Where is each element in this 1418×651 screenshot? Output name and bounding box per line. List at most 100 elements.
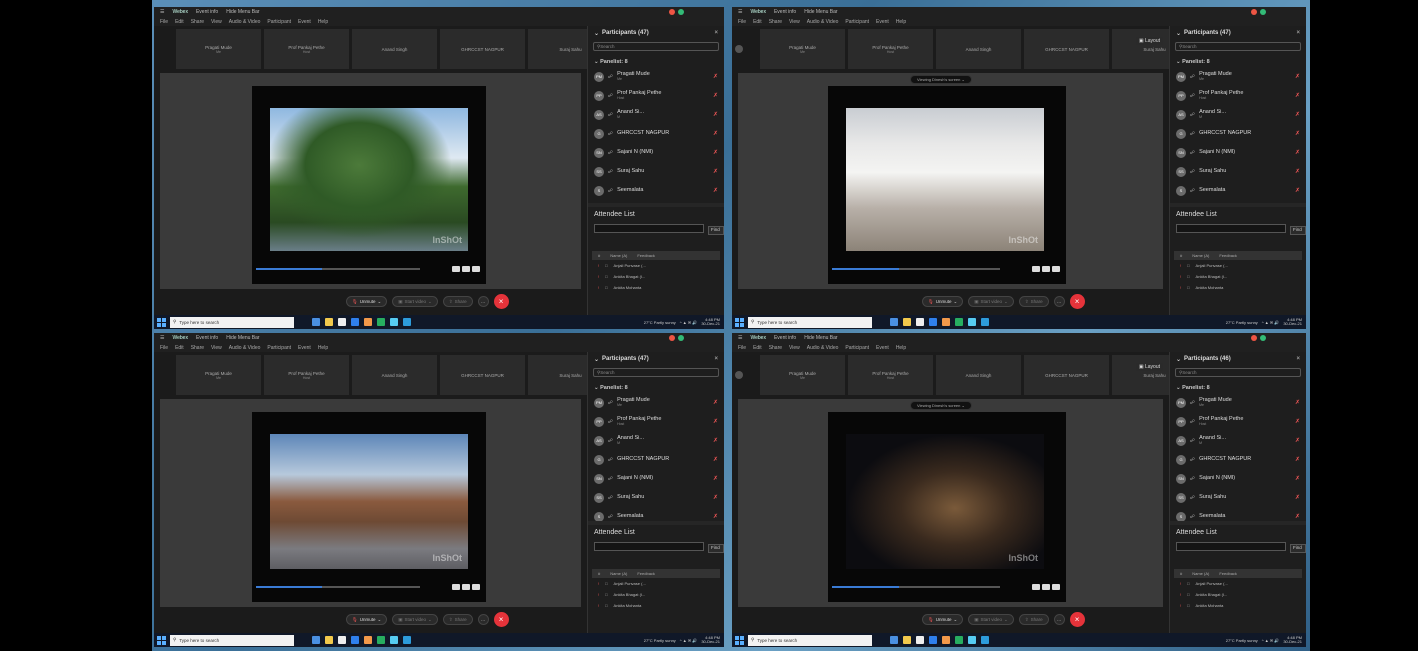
participant-row[interactable]: G ☍ GHRCCST NAGPUR ✗: [1170, 450, 1306, 469]
participant-row[interactable]: PP ☍ Prof Pankaj Pethe Host ✗: [1170, 86, 1306, 105]
video-progress[interactable]: [256, 268, 420, 270]
video-tile[interactable]: Prof Pankaj Pethe Host: [848, 29, 933, 69]
tray-icons[interactable]: ^ ▲ ✉ 🔊: [1262, 638, 1280, 643]
find-button[interactable]: Find: [1290, 544, 1306, 553]
video-tile[interactable]: Anand Singh: [352, 29, 437, 69]
participant-row[interactable]: SN ☍ Sajani N (NMI) ✗: [1170, 143, 1306, 162]
document-icon[interactable]: [338, 318, 346, 326]
muted-icon[interactable]: ✗: [713, 130, 718, 137]
participant-row[interactable]: SS ☍ Suraj Sahu ✗: [588, 162, 724, 181]
menu-item[interactable]: View: [789, 345, 800, 351]
menu-item[interactable]: View: [211, 345, 222, 351]
account-label[interactable]: Event info: [196, 335, 218, 341]
close-icon[interactable]: ×: [714, 356, 718, 362]
video-tile[interactable]: Pragati Mude Me: [176, 355, 261, 395]
hide-menu-bar[interactable]: Hide Menu Bar: [804, 335, 837, 341]
muted-icon[interactable]: ✗: [713, 168, 718, 175]
menu-item[interactable]: View: [789, 19, 800, 25]
find-button[interactable]: Find: [708, 544, 724, 553]
video-tile[interactable]: Prof Pankaj Pethe Host: [848, 355, 933, 395]
menu-icon[interactable]: ☰: [738, 9, 742, 15]
participant-row[interactable]: G ☍ GHRCCST NAGPUR ✗: [1170, 124, 1306, 143]
menu-item[interactable]: Help: [896, 345, 906, 351]
tray-icons[interactable]: ^ ▲ ✉ 🔊: [1262, 320, 1280, 325]
share-button[interactable]: ⇧ Share: [442, 614, 473, 625]
video-progress[interactable]: [832, 586, 1000, 588]
video-tile[interactable]: Prof Pankaj Pethe Host: [264, 355, 349, 395]
windows-start-icon[interactable]: [157, 635, 166, 645]
nav-left-icon[interactable]: [735, 371, 743, 379]
menu-item[interactable]: File: [160, 345, 168, 351]
menu-item[interactable]: Participant: [267, 19, 291, 25]
participant-row[interactable]: AS ☍ Anand Si... M ✗: [1170, 105, 1306, 124]
chrome-icon[interactable]: [377, 318, 385, 326]
attendee-row[interactable]: ! □ Anjali Punvase (...: [588, 578, 724, 589]
menu-item[interactable]: Participant: [845, 19, 869, 25]
edge-icon[interactable]: [403, 318, 411, 326]
video-tile[interactable]: GHRCCST NAGPUR: [440, 355, 525, 395]
vlc-icon[interactable]: [942, 318, 950, 326]
menu-icon[interactable]: ☰: [160, 9, 164, 15]
taskbar-search-input[interactable]: ⚲ Type here to search: [170, 634, 294, 646]
participant-search-input[interactable]: ⚲ Search: [1175, 368, 1301, 377]
video-tile[interactable]: Pragati Mude Me: [760, 29, 845, 69]
task-view-icon[interactable]: [312, 318, 320, 326]
end-call-button[interactable]: ×: [493, 294, 509, 309]
clock-date[interactable]: 30-Dec-21: [1283, 639, 1302, 644]
menu-item[interactable]: Participant: [845, 345, 869, 351]
document-icon[interactable]: [916, 318, 924, 326]
vlc-icon[interactable]: [942, 636, 950, 644]
video-tile[interactable]: GHRCCST NAGPUR: [1024, 29, 1109, 69]
word-icon[interactable]: [929, 636, 937, 644]
clock-date[interactable]: 30-Dec-21: [701, 321, 720, 326]
player-controls[interactable]: [452, 584, 480, 590]
find-button[interactable]: Find: [708, 226, 724, 235]
video-tile[interactable]: GHRCCST NAGPUR: [440, 29, 525, 69]
participant-row[interactable]: PM ☍ Pragati Mude Me ✗: [588, 67, 724, 86]
vlc-icon[interactable]: [364, 636, 372, 644]
muted-icon[interactable]: ✗: [1295, 437, 1300, 444]
participant-row[interactable]: PM ☍ Pragati Mude Me ✗: [1170, 67, 1306, 86]
attendee-search-input[interactable]: [594, 542, 704, 551]
viewing-badge[interactable]: Viewing Dinesh's screen ⌄: [910, 401, 972, 410]
video-progress[interactable]: [256, 586, 420, 588]
menu-item[interactable]: Audio & Video: [229, 345, 261, 351]
more-button[interactable]: ...: [1053, 296, 1065, 307]
chrome-icon[interactable]: [377, 636, 385, 644]
participants-header[interactable]: ⌄ Participants (47) ×: [588, 352, 724, 366]
close-icon[interactable]: ×: [1296, 30, 1300, 36]
attendee-search-input[interactable]: [1176, 224, 1286, 233]
unmute-button[interactable]: 🎙 Unmute ⌄: [922, 614, 964, 625]
weather-text[interactable]: 27°C Partly sunny: [1226, 320, 1258, 325]
more-button[interactable]: ...: [477, 296, 489, 307]
participant-search-input[interactable]: ⚲ Search: [593, 42, 719, 51]
muted-icon[interactable]: ✗: [1295, 130, 1300, 137]
menu-item[interactable]: Help: [318, 19, 328, 25]
windows-start-icon[interactable]: [735, 635, 744, 645]
start-video-button[interactable]: ▣ Start video ⌄: [392, 296, 438, 307]
muted-icon[interactable]: ✗: [1295, 475, 1300, 482]
participant-row[interactable]: SS ☍ Suraj Sahu ✗: [1170, 488, 1306, 507]
more-button[interactable]: ...: [1053, 614, 1065, 625]
hide-menu-bar[interactable]: Hide Menu Bar: [804, 9, 837, 15]
share-button[interactable]: ⇧ Share: [1018, 296, 1049, 307]
chrome-icon[interactable]: [955, 318, 963, 326]
participant-row[interactable]: S ☍ Seemalata ✗: [588, 181, 724, 200]
folder-icon[interactable]: [325, 318, 333, 326]
participant-search-input[interactable]: ⚲ Search: [593, 368, 719, 377]
menu-item[interactable]: Edit: [175, 19, 184, 25]
menu-item[interactable]: Share: [191, 345, 204, 351]
muted-icon[interactable]: ✗: [713, 73, 718, 80]
muted-icon[interactable]: ✗: [713, 399, 718, 406]
clock-date[interactable]: 30-Dec-21: [1283, 321, 1302, 326]
edge-icon[interactable]: [403, 636, 411, 644]
muted-icon[interactable]: ✗: [1295, 456, 1300, 463]
attendee-row[interactable]: ! □ Ankita Bhagat (I...: [1170, 589, 1306, 600]
video-tile[interactable]: Anand Singh: [936, 355, 1021, 395]
video-tile[interactable]: Anand Singh: [352, 355, 437, 395]
attendee-row[interactable]: ! □ Ankita Bhagat (I...: [1170, 271, 1306, 282]
participant-row[interactable]: AS ☍ Anand Si... M ✗: [1170, 431, 1306, 450]
muted-icon[interactable]: ✗: [1295, 92, 1300, 99]
participant-row[interactable]: SN ☍ Sajani N (NMI) ✗: [1170, 469, 1306, 488]
webex-icon[interactable]: [390, 636, 398, 644]
